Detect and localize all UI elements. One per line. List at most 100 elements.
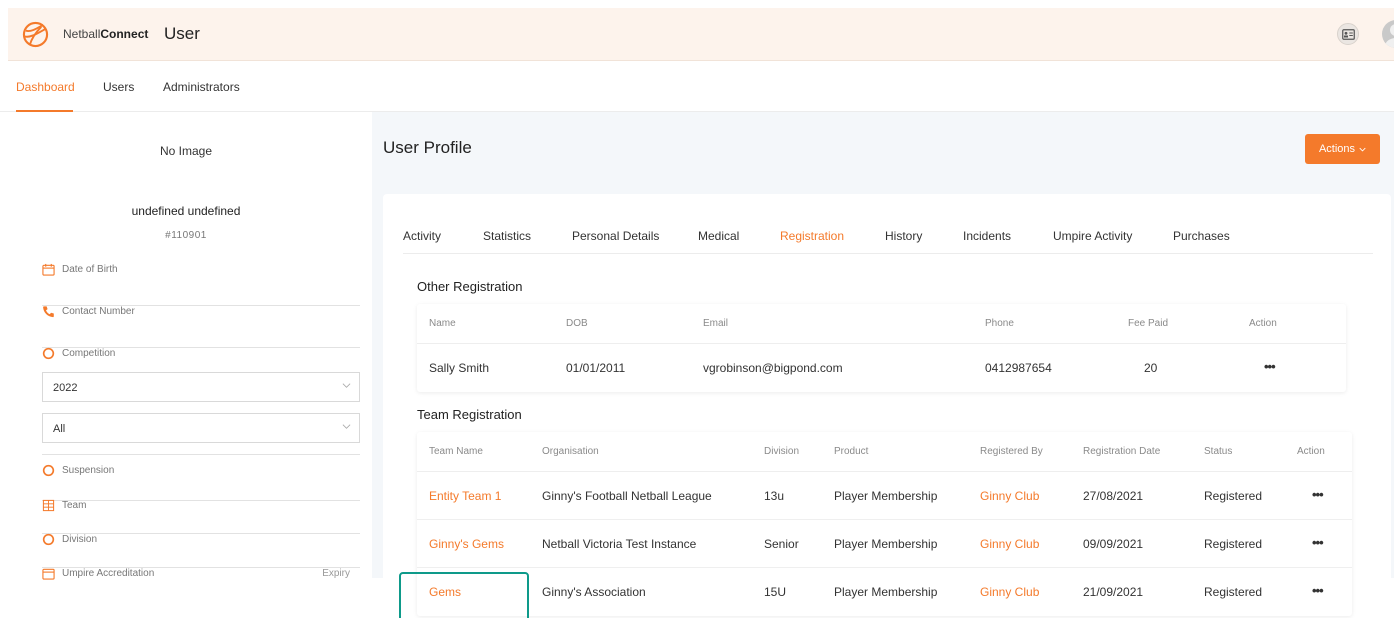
registered-by-link[interactable]: Ginny Club (980, 585, 1039, 599)
column-header: Registered By (980, 446, 1043, 457)
organisation: Netball Victoria Test Instance (542, 537, 697, 551)
column-header: Phone (985, 318, 1014, 329)
tab-medical[interactable]: Medical (698, 229, 739, 243)
suspension-circle-icon (42, 464, 55, 477)
organisation: Ginny's Football Netball League (542, 489, 712, 503)
umpire-accreditation-label: Umpire Accreditation (62, 568, 155, 579)
actions-label: Actions (1318, 143, 1356, 155)
division-label: Division (62, 534, 98, 545)
nav-users[interactable]: Users (103, 80, 134, 94)
column-header: Team Name (429, 446, 483, 457)
competition-label: Competition (62, 348, 116, 359)
registered-by-link[interactable]: Ginny Club (980, 489, 1039, 503)
team-registration-table: Team Name Organisation Division Product … (417, 432, 1352, 616)
reg-dob: 01/01/2011 (566, 361, 626, 375)
column-header: Status (1204, 446, 1233, 457)
competition-circle-icon (42, 347, 55, 360)
product: Player Membership (834, 585, 938, 599)
brand-suffix: Connect (100, 27, 149, 41)
column-header: Organisation (542, 446, 599, 457)
competition-filter-select[interactable]: All (42, 413, 360, 443)
team-registration-title: Team Registration (417, 407, 522, 422)
main-nav: Dashboard Users Administrators (0, 62, 1394, 112)
brand-prefix: Netball (63, 27, 101, 41)
division: 13u (764, 489, 785, 503)
registration-date: 21/09/2021 (1083, 585, 1144, 599)
competition-filter-value: All (53, 423, 66, 435)
top-header: NetballConnect User (8, 8, 1394, 61)
reg-name: Sally Smith (429, 361, 490, 375)
competition-year-value: 2022 (53, 382, 78, 394)
division: 15U (764, 585, 787, 599)
tab-incidents[interactable]: Incidents (963, 229, 1011, 243)
column-header: Action (1249, 318, 1277, 329)
tab-personal-details[interactable]: Personal Details (572, 229, 659, 243)
column-header: DOB (566, 318, 588, 329)
page-heading: User (164, 24, 200, 43)
profile-main: User Profile Actions Activity Statistics… (372, 112, 1394, 618)
column-header: Registration Date (1083, 446, 1161, 457)
table-row: Entity Team 1 Ginny's Football Netball L… (417, 472, 1352, 520)
row-actions-menu[interactable]: ••• (1264, 359, 1276, 374)
divider (42, 454, 360, 455)
chevron-down-icon (1359, 147, 1366, 152)
netball-logo-icon[interactable] (22, 21, 49, 48)
division-field: Division (42, 533, 360, 568)
organisation: Ginny's Association (542, 585, 646, 599)
date-of-birth-field: Date of Birth (42, 263, 360, 306)
table-header: Name DOB Email Phone Fee Paid Action (417, 304, 1346, 344)
tab-registration[interactable]: Registration (780, 229, 844, 243)
actions-button[interactable]: Actions (1305, 134, 1380, 164)
tab-history[interactable]: History (885, 229, 922, 243)
suspension-field: Suspension (42, 464, 360, 501)
user-full-name: undefined undefined (131, 204, 241, 218)
chevron-down-icon (342, 383, 351, 388)
registration-date: 09/09/2021 (1083, 537, 1144, 551)
division: Senior (764, 537, 799, 551)
table-row: Sally Smith 01/01/2011 vgrobinson@bigpon… (417, 344, 1346, 392)
date-of-birth-label: Date of Birth (62, 264, 118, 275)
profile-tabs: Activity Statistics Personal Details Med… (403, 194, 1373, 254)
team-name-link[interactable]: Gems (429, 585, 461, 599)
nav-administrators[interactable]: Administrators (163, 80, 240, 94)
registration-date: 27/08/2021 (1083, 489, 1144, 503)
user-avatar-icon[interactable] (1382, 20, 1394, 48)
tab-statistics[interactable]: Statistics (483, 229, 531, 243)
row-actions-menu[interactable]: ••• (1312, 535, 1324, 550)
table-header: Team Name Organisation Division Product … (417, 432, 1352, 472)
accreditation-icon (42, 568, 55, 580)
phone-icon (43, 306, 54, 318)
column-header: Email (703, 318, 729, 329)
suspension-label: Suspension (62, 465, 115, 476)
row-actions-menu[interactable]: ••• (1312, 487, 1324, 502)
product: Player Membership (834, 489, 938, 503)
nav-dashboard[interactable]: Dashboard (16, 80, 75, 94)
competition-year-select[interactable]: 2022 (42, 372, 360, 402)
team-name-link[interactable]: Ginny's Gems (429, 537, 504, 551)
contact-number-field: Contact Number (42, 306, 360, 348)
team-name-link[interactable]: Entity Team 1 (429, 489, 501, 503)
column-header: Name (429, 318, 456, 329)
other-registration-title: Other Registration (417, 279, 523, 294)
row-actions-menu[interactable]: ••• (1312, 583, 1324, 598)
user-id: #110901 (165, 230, 207, 241)
status: Registered (1204, 489, 1263, 503)
profile-title: User Profile (383, 138, 472, 157)
table-row: Ginny's Gems Netball Victoria Test Insta… (417, 520, 1352, 568)
table-row: Gems Ginny's Association 15U Player Memb… (417, 568, 1352, 616)
tab-purchases[interactable]: Purchases (1173, 229, 1230, 243)
profile-image-placeholder: No Image (159, 144, 213, 158)
brand-name[interactable]: NetballConnect (63, 27, 148, 41)
expiry-label: Expiry (322, 568, 350, 579)
column-header: Division (764, 446, 800, 457)
contact-number-label: Contact Number (62, 306, 135, 317)
column-header: Fee Paid (1128, 318, 1169, 329)
user-sidebar: No Image undefined undefined #110901 Dat… (0, 112, 372, 580)
registered-by-link[interactable]: Ginny Club (980, 537, 1039, 551)
tab-umpire-activity[interactable]: Umpire Activity (1053, 229, 1132, 243)
product: Player Membership (834, 537, 938, 551)
team-icon (42, 499, 55, 512)
tab-activity[interactable]: Activity (403, 229, 441, 243)
id-card-button[interactable] (1337, 23, 1359, 45)
registration-card: Activity Statistics Personal Details Med… (383, 194, 1391, 618)
